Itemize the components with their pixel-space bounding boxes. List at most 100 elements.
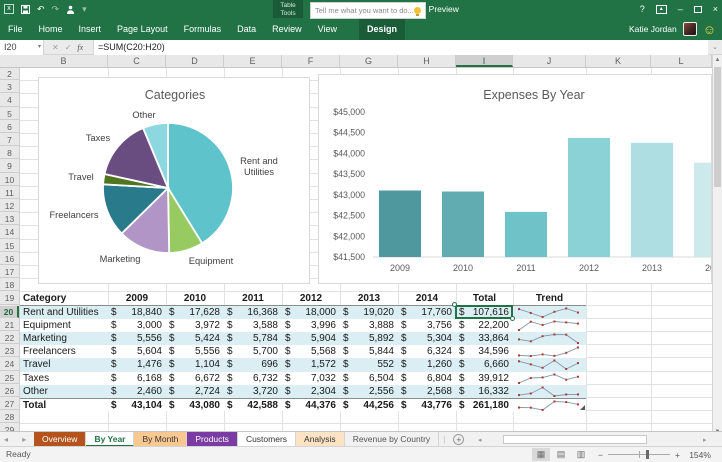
tab-view[interactable]: View [310,18,345,40]
selection-handle[interactable] [510,316,515,321]
column-headers[interactable]: BCDEFGHIJKL [0,55,712,68]
sheet-tab-overview[interactable]: Overview [34,432,86,447]
table-header-2009[interactable]: 2009 [108,292,166,305]
table-cell-value[interactable]: $43,104 [108,398,166,411]
touch-mode-icon[interactable] [66,5,75,14]
row-headers[interactable]: 2345678910111213141516171819202122232425… [0,68,20,431]
trend-sparkline[interactable] [513,398,586,411]
table-cell-value[interactable]: $6,804 [398,372,456,385]
help-icon[interactable]: ? [640,4,645,14]
table-cell-value[interactable]: $6,672 [166,372,224,385]
table-cell-value[interactable]: $2,460 [108,385,166,398]
table-cell-value[interactable]: $5,556 [108,332,166,345]
horizontal-scroll-thumb[interactable] [503,435,647,444]
table-cell-value[interactable]: $5,424 [166,332,224,345]
table-cell-value[interactable]: $16,368 [224,306,282,319]
sheet-tab-products[interactable]: Products [187,432,238,447]
table-cell-value[interactable]: $7,032 [282,372,340,385]
page-layout-view-icon[interactable]: ▤ [552,448,570,461]
bar-2014[interactable] [694,163,712,257]
row-header-27[interactable]: 27 [0,398,19,410]
formula-input[interactable]: =SUM(C20:H20) [93,40,708,55]
table-cell-value[interactable]: $6,732 [224,372,282,385]
table-cell-value[interactable]: $6,168 [108,372,166,385]
row-header-22[interactable]: 22 [0,332,19,344]
undo-icon[interactable]: ↶ [37,2,45,16]
row-header-4[interactable]: 4 [0,94,19,106]
table-cell-value[interactable]: $2,556 [340,385,398,398]
sheet-tab-analysis[interactable]: Analysis [296,432,345,447]
column-header-H[interactable]: H [398,55,456,67]
table-cell-value[interactable]: $43,776 [398,398,456,411]
ribbon-display-options-icon[interactable]: ▴ [656,5,667,14]
row-header-20[interactable]: 20 [0,306,19,318]
table-cell-value[interactable]: $1,260 [398,358,456,371]
row-header-26[interactable]: 26 [0,385,19,397]
row-header-28[interactable]: 28 [0,411,19,423]
table-cell-value[interactable]: $39,912 [456,372,513,385]
table-cell-value[interactable]: $44,256 [340,398,398,411]
table-cell-category[interactable]: Rent and Utilities [20,306,108,319]
tab-file[interactable]: File [0,18,31,40]
zoom-slider-thumb[interactable] [646,450,649,459]
table-cell-value[interactable]: $18,840 [108,306,166,319]
add-sheet-button[interactable]: + [453,434,464,445]
table-header-category[interactable]: Category [20,292,108,305]
normal-view-icon[interactable]: ▦ [532,448,550,461]
table-cell-value[interactable]: $552 [340,358,398,371]
column-header-D[interactable]: D [166,55,224,67]
column-header-K[interactable]: K [586,55,651,67]
table-cell-value[interactable]: $5,304 [398,332,456,345]
row-header-29[interactable]: 29 [0,424,19,431]
feedback-smiley-icon[interactable]: ☺ [703,23,716,36]
excel-logo-icon[interactable]: x [4,4,14,14]
sheet-nav-arrows[interactable]: ◂ ▸ [4,432,32,447]
table-cell-value[interactable]: $3,588 [224,319,282,332]
column-header-G[interactable]: G [340,55,398,67]
trend-sparkline[interactable] [513,372,586,385]
table-cell-value[interactable]: $3,756 [398,319,456,332]
enter-formula-icon[interactable]: ✓ [65,43,72,52]
table-cell-category[interactable]: Freelancers [20,345,108,358]
row-header-13[interactable]: 13 [0,213,19,225]
row-header-10[interactable]: 10 [0,174,19,186]
table-cell-value[interactable]: $5,784 [224,332,282,345]
table-header-2011[interactable]: 2011 [224,292,282,305]
expand-formula-bar-icon[interactable]: ⌄ [710,40,720,55]
sheet-tab-by-month[interactable]: By Month [134,432,187,447]
table-header-2010[interactable]: 2010 [166,292,224,305]
sheet-tab-customers[interactable]: Customers [238,432,296,447]
zoom-in-icon[interactable]: + [675,450,680,460]
save-icon[interactable] [21,5,30,14]
bar-2013[interactable] [631,143,673,257]
bar-2009[interactable] [379,191,421,258]
table-cell-category[interactable]: Equipment [20,319,108,332]
selection-handle[interactable] [452,302,457,307]
tab-data[interactable]: Data [229,18,264,40]
expenses-by-year-bar-chart[interactable]: Expenses By Year$45,000$44,500$44,000$43… [318,74,712,284]
tab-review[interactable]: Review [264,18,310,40]
table-cell-category[interactable]: Total [20,398,108,411]
column-header-B[interactable]: B [20,55,108,67]
tellme-search-input[interactable]: Tell me what you want to do... [310,2,426,19]
tab-insert[interactable]: Insert [71,18,110,40]
table-cell-value[interactable]: $33,864 [456,332,513,345]
hscroll-left-icon[interactable]: ◂ [478,436,482,444]
row-header-9[interactable]: 9 [0,160,19,172]
zoom-out-icon[interactable]: − [598,450,603,460]
table-header-2013[interactable]: 2013 [340,292,398,305]
table-cell-value[interactable]: $3,000 [108,319,166,332]
trend-sparkline[interactable] [513,345,586,358]
table-cell-value[interactable]: $6,660 [456,358,513,371]
bar-2010[interactable] [442,192,484,258]
table-cell-value[interactable]: $696 [224,358,282,371]
qat-dropdown-icon[interactable]: ▾ [82,2,87,16]
table-cell-category[interactable]: Other [20,385,108,398]
table-cell-value[interactable]: $1,572 [282,358,340,371]
page-break-view-icon[interactable]: ▥ [572,448,590,461]
column-header-L[interactable]: L [651,55,712,67]
table-cell-value[interactable]: $3,888 [340,319,398,332]
table-cell-value[interactable]: $42,588 [224,398,282,411]
vertical-scrollbar[interactable]: ▲ ▼ [712,55,722,437]
sheet-tab-by-year[interactable]: By Year [86,432,134,447]
